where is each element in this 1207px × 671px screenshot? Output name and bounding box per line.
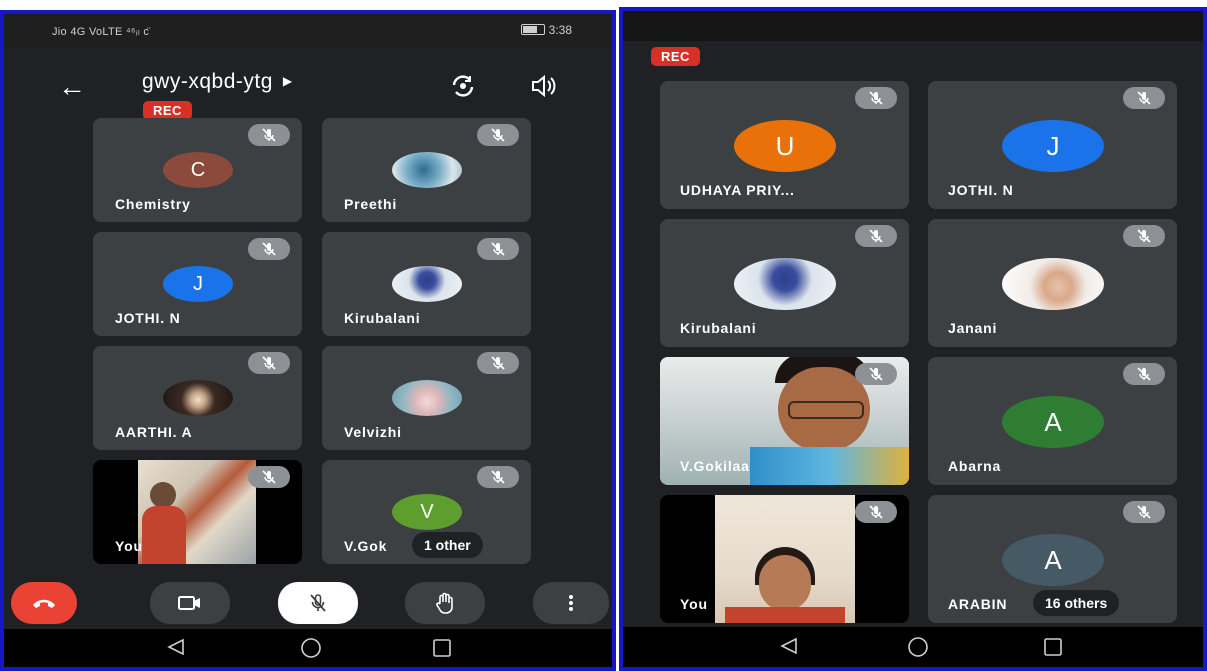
participant-name: Velvizhi — [344, 424, 402, 440]
clock: 3:38 — [520, 23, 572, 37]
time-label: 3:38 — [548, 23, 572, 37]
more-options-button[interactable] — [533, 582, 609, 624]
participant-tile[interactable]: J JOTHI. N — [93, 232, 302, 336]
avatar: U — [734, 120, 836, 172]
avatar: A — [1002, 396, 1104, 448]
mic-off-icon — [248, 238, 290, 260]
avatar: A — [1002, 534, 1104, 586]
phone-screen-right: REC U UDHAYA PRIY... J JOTHI. N Kirubala… — [619, 7, 1207, 671]
mic-off-icon — [248, 124, 290, 146]
mic-off-icon — [248, 466, 290, 488]
participant-video-tile[interactable]: V.Gokilaa — [660, 357, 909, 485]
end-call-icon — [33, 599, 55, 608]
others-count-chip[interactable]: 16 others — [1033, 590, 1120, 616]
self-video-tile[interactable]: You — [93, 460, 302, 564]
participant-name: AARTHI. A — [115, 424, 193, 440]
avatar-photo — [1002, 258, 1104, 310]
raise-hand-button[interactable] — [405, 582, 485, 624]
participant-tile[interactable]: Janani — [928, 219, 1177, 347]
avatar-photo — [392, 152, 462, 188]
participant-name: Kirubalani — [344, 310, 421, 326]
participant-tile[interactable]: J JOTHI. N — [928, 81, 1177, 209]
participant-name: Kirubalani — [680, 320, 757, 336]
camera-button[interactable] — [150, 582, 230, 624]
participant-name: UDHAYA PRIY... — [680, 182, 795, 198]
participant-name: ARABIN — [948, 596, 1008, 612]
system-nav-bar — [4, 629, 612, 667]
camera-icon — [178, 596, 200, 610]
avatar-photo — [392, 266, 462, 302]
mic-off-icon — [248, 352, 290, 374]
others-count-chip[interactable]: 1 other — [412, 532, 483, 558]
back-arrow-icon[interactable]: ← — [58, 73, 86, 101]
call-controls — [4, 580, 612, 628]
meeting-code[interactable]: gwy-xqbd-ytg ▶ — [142, 70, 293, 94]
participant-name: Abarna — [948, 458, 1002, 474]
nav-back-icon[interactable] — [779, 637, 799, 655]
participant-name: Preethi — [344, 196, 398, 212]
participant-name: Janani — [948, 320, 998, 336]
participant-tile[interactable]: Velvizhi — [322, 346, 531, 450]
self-video-tile[interactable]: You — [660, 495, 909, 623]
nav-recents-icon[interactable] — [432, 638, 452, 658]
meeting-code-label: gwy-xqbd-ytg — [142, 70, 273, 93]
participant-tile[interactable]: C Chemistry — [93, 118, 302, 222]
end-call-button[interactable] — [11, 582, 77, 624]
mic-off-icon — [1123, 225, 1165, 247]
self-video-feed — [715, 495, 855, 623]
mic-button[interactable] — [278, 582, 358, 624]
avatar-photo — [734, 258, 836, 310]
mic-off-icon — [1123, 363, 1165, 385]
self-video-feed — [138, 460, 256, 564]
participant-name: V.Gokilaa — [680, 458, 750, 474]
phone-screen-left: Jio 4G VoLTE ⁴⁶ᵢₗ ᴄ̈ 3:38 ← gwy-xqbd-ytg… — [0, 10, 616, 671]
participant-name: V.Gok — [344, 538, 388, 554]
carrier-label: Jio 4G VoLTE ⁴⁶ᵢₗ ᴄ̈ — [52, 26, 150, 38]
participant-tile[interactable]: V V.Gok 1 other — [322, 460, 531, 564]
mic-off-icon — [1123, 87, 1165, 109]
chevron-right-icon: ▶ — [282, 74, 293, 88]
nav-recents-icon[interactable] — [1043, 637, 1063, 657]
more-vert-icon — [569, 595, 573, 611]
raise-hand-icon — [436, 592, 453, 614]
avatar-photo — [163, 380, 233, 416]
mic-off-icon — [477, 466, 519, 488]
participant-tile[interactable]: Kirubalani — [660, 219, 909, 347]
mic-off-icon — [855, 501, 897, 523]
avatar: J — [163, 266, 233, 302]
participant-name: JOTHI. N — [948, 182, 1014, 198]
participant-tile[interactable]: U UDHAYA PRIY... — [660, 81, 909, 209]
mic-off-icon — [1123, 501, 1165, 523]
rec-badge: REC — [651, 47, 700, 66]
participant-tile[interactable]: A ARABIN 16 others — [928, 495, 1177, 623]
participant-tile[interactable]: Kirubalani — [322, 232, 531, 336]
participant-name: Chemistry — [115, 196, 191, 212]
avatar: V — [392, 494, 462, 530]
participant-name: You — [680, 596, 708, 612]
nav-home-icon[interactable] — [907, 636, 929, 658]
avatar: C — [163, 152, 233, 188]
mic-off-icon — [477, 352, 519, 374]
mic-off-icon — [855, 87, 897, 109]
participant-tile[interactable]: AARTHI. A — [93, 346, 302, 450]
participant-tile[interactable]: A Abarna — [928, 357, 1177, 485]
mic-off-icon — [855, 225, 897, 247]
flip-camera-icon[interactable] — [450, 73, 476, 104]
mic-off-icon — [477, 238, 519, 260]
avatar: J — [1002, 120, 1104, 172]
mic-off-icon — [477, 124, 519, 146]
participant-tile[interactable]: Preethi — [322, 118, 531, 222]
status-bar — [623, 11, 1203, 41]
avatar-photo — [392, 380, 462, 416]
battery-icon — [520, 24, 545, 35]
mic-off-icon — [310, 594, 326, 612]
nav-home-icon[interactable] — [300, 637, 322, 659]
participant-name: You — [115, 538, 143, 554]
status-bar: Jio 4G VoLTE ⁴⁶ᵢₗ ᴄ̈ 3:38 — [4, 14, 612, 48]
system-nav-bar — [623, 627, 1203, 667]
speaker-icon[interactable] — [531, 74, 557, 102]
participant-name: JOTHI. N — [115, 310, 181, 326]
mic-off-icon — [855, 363, 897, 385]
nav-back-icon[interactable] — [166, 638, 186, 656]
